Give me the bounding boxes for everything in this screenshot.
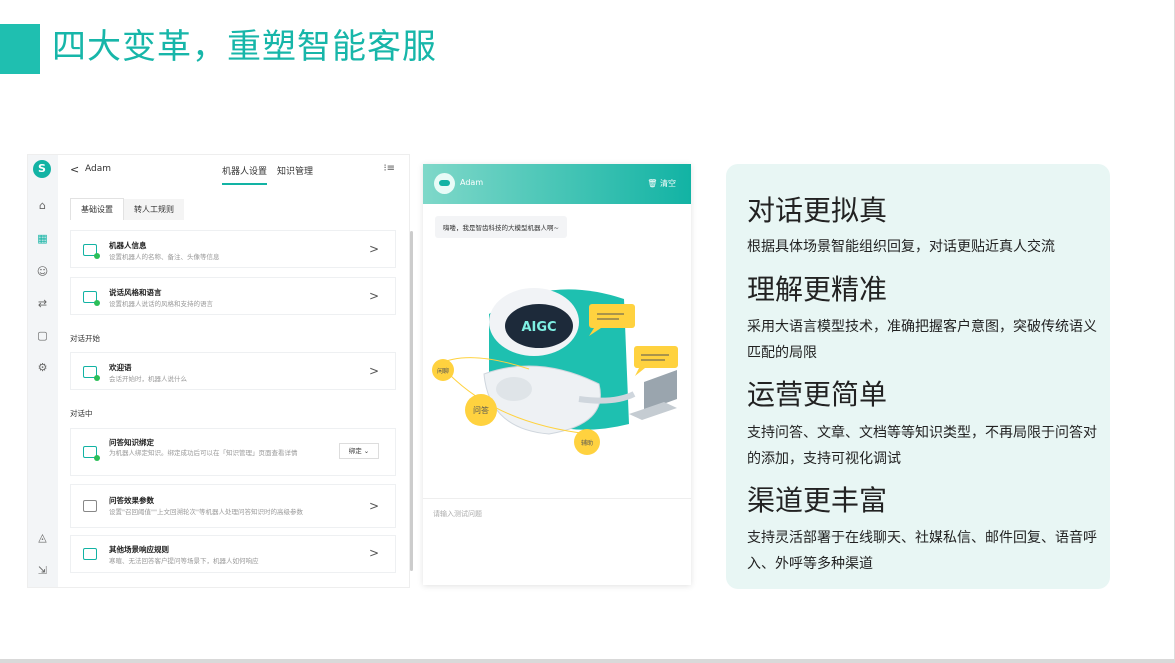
bot-avatar [434, 173, 455, 194]
section-start: 对话开始 [70, 334, 100, 343]
feature-title: 运营更简单 [747, 378, 888, 411]
subtab-basic[interactable]: 基础设置 [70, 198, 124, 220]
nav-rail: S ⌂ ▦ ☺ ⇄ ▢ ⚙ ◬ ⇲ [28, 155, 58, 587]
bind-dropdown[interactable]: 绑定 ⌄ [339, 443, 379, 459]
back-icon[interactable]: < [70, 163, 79, 176]
feature-title: 理解更精准 [747, 273, 888, 306]
card-desc: 寒暄、无法回答客户提问等场景下，机器人如何响应 [109, 557, 259, 565]
card-title: 机器人信息 [109, 241, 147, 250]
feature-desc: 根据具体场景智能组织回复，对话更贴近真人交流 [747, 239, 1055, 255]
menu-icon[interactable]: ⁝≡ [383, 163, 395, 174]
scrollbar[interactable] [410, 231, 413, 571]
card-desc: 设置机器人说话的风格和支持的语言 [109, 300, 213, 308]
chevron-right-icon: > [368, 364, 379, 378]
card-title: 欢迎语 [109, 363, 132, 372]
greeting-bubble: 嗨喽，我是智齿科技的大模型机器人啊~ [435, 216, 567, 238]
title-accent-bar [0, 24, 40, 74]
feature-desc: 支持问答、文章、文档等等知识类型，不再局限于问答对的添加，支持可视化调试 [747, 425, 1097, 467]
tab-bot-settings[interactable]: 机器人设置 [222, 164, 268, 185]
ill-label-chat: 闲聊 [437, 367, 449, 375]
chevron-right-icon: > [368, 546, 379, 560]
subtab-transfer[interactable]: 转人工规则 [124, 199, 184, 220]
apps-icon[interactable]: ▦ [36, 232, 49, 245]
app-logo[interactable]: S [33, 160, 51, 178]
flow-icon[interactable]: ⇄ [36, 297, 49, 310]
feature-desc: 支持灵活部署于在线聊天、社媒私信、邮件回复、语音呼入、外呼等多种渠道 [747, 530, 1097, 572]
ill-label-assist: 辅助 [581, 439, 593, 447]
robot-icon[interactable]: ☺ [36, 265, 49, 278]
gear-icon[interactable]: ⚙ [36, 361, 49, 374]
chat-divider [423, 498, 691, 499]
chat-bot-name: Adam [460, 178, 484, 187]
chat-test-panel: Adam 🗑 清空 嗨喽，我是智齿科技的大模型机器人啊~ AIGC 闲聊 问答 … [423, 164, 691, 585]
home-icon[interactable]: ⌂ [36, 199, 49, 212]
card-style-language[interactable]: 说话风格和语言 设置机器人说话的风格和支持的语言 > [70, 277, 396, 315]
card-desc: 为机器人绑定知识。绑定成功后可以在「知识管理」页面查看详情 [109, 449, 298, 457]
chevron-right-icon: > [368, 499, 379, 513]
bind-label: 绑定 [348, 447, 362, 455]
export-icon[interactable]: ⇲ [36, 564, 49, 577]
section-mid: 对话中 [70, 409, 93, 418]
feature-title: 渠道更丰富 [747, 484, 888, 517]
feature-desc: 采用大语言模型技术，准确把握客户意图，突破传统语义匹配的局限 [747, 319, 1097, 361]
chevron-right-icon: > [368, 242, 379, 256]
bot-settings-panel: S ⌂ ▦ ☺ ⇄ ▢ ⚙ ◬ ⇲ < Adam 机器人设置 知识管理 ⁝≡ 基… [27, 154, 413, 588]
slide: 四大变革，重塑智能客服 S ⌂ ▦ ☺ ⇄ ▢ ⚙ ◬ ⇲ < Adam 机器人… [0, 0, 1175, 663]
chevron-right-icon: > [368, 289, 379, 303]
top-bar: < Adam 机器人设置 知识管理 ⁝≡ [58, 155, 409, 185]
book-icon[interactable]: ▢ [36, 329, 49, 342]
chat-header: Adam 🗑 清空 [423, 164, 691, 204]
subtabs: 基础设置 转人工规则 [70, 197, 184, 220]
card-welcome[interactable]: 欢迎语 会话开始时，机器人说什么 > [70, 352, 396, 390]
tab-knowledge[interactable]: 知识管理 [277, 164, 313, 177]
card-title: 问答知识绑定 [109, 438, 154, 447]
binding-icon [83, 446, 100, 461]
bot-info-icon [83, 244, 100, 259]
sliders-icon [83, 500, 97, 512]
feature-title: 对话更拟真 [747, 194, 888, 227]
slide-title: 四大变革，重塑智能客服 [52, 27, 437, 67]
bell-icon[interactable]: ◬ [36, 531, 49, 544]
clear-button[interactable]: 🗑 清空 [647, 178, 676, 189]
welcome-icon [83, 366, 100, 381]
card-qa-binding[interactable]: 问答知识绑定 为机器人绑定知识。绑定成功后可以在「知识管理」页面查看详情 绑定 … [70, 428, 396, 476]
card-desc: 会话开始时，机器人说什么 [109, 375, 187, 383]
card-qa-params[interactable]: 问答效果参数 设置"召回阈值""上文回溯轮次"等机器人处理问答知识时的高级参数 … [70, 484, 396, 528]
aigc-illustration: AIGC 闲聊 问答 辅助 [432, 288, 678, 455]
ill-label-qa: 问答 [473, 405, 489, 415]
language-icon [83, 291, 100, 306]
bot-name: Adam [85, 164, 111, 174]
card-title: 其他场景响应规则 [109, 545, 169, 554]
card-desc: 设置机器人的名称、备注、头像等信息 [109, 253, 220, 261]
card-bot-info[interactable]: 机器人信息 设置机器人的名称、备注、头像等信息 > [70, 230, 396, 268]
clear-label: 清空 [660, 179, 676, 188]
message-icon [83, 548, 97, 560]
card-desc: 设置"召回阈值""上文回溯轮次"等机器人处理问答知识时的高级参数 [109, 508, 303, 516]
card-title: 说话风格和语言 [109, 288, 162, 297]
features-panel: 对话更拟真 根据具体场景智能组织回复，对话更贴近真人交流 理解更精准 采用大语言… [726, 164, 1110, 589]
chat-input[interactable]: 请输入测试问题 [433, 509, 482, 519]
card-other-rules[interactable]: 其他场景响应规则 寒暄、无法回答客户提问等场景下，机器人如何响应 > [70, 535, 396, 573]
card-title: 问答效果参数 [109, 496, 154, 505]
aigc-badge: AIGC [521, 320, 556, 335]
